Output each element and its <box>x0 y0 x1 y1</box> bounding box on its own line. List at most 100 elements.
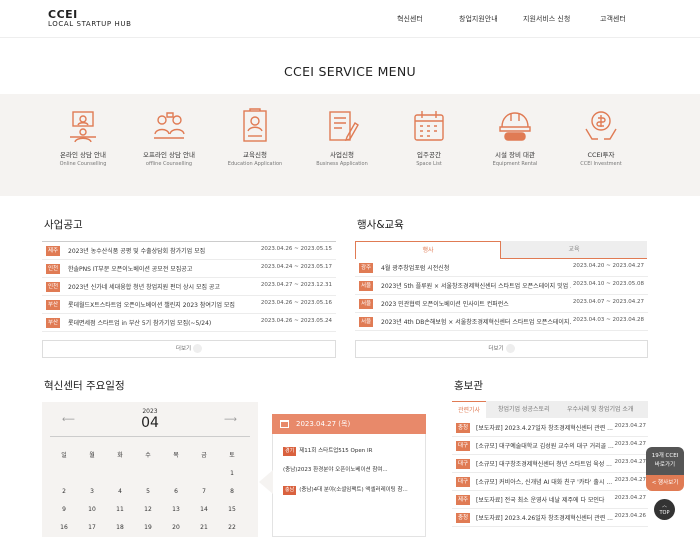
calendar-day[interactable]: 1 <box>222 470 242 477</box>
calendar-day[interactable]: 10 <box>82 506 102 513</box>
service-label: 사업신청 <box>330 151 354 159</box>
list-item[interactable]: 서울 2023년 5th 플루원 × 서울창조경제혁신센터 스타트업 오픈스테이지… <box>355 277 648 295</box>
region-tag: 충청 <box>456 423 471 433</box>
nav-startup-support[interactable]: 창업지원안내 <box>459 14 498 24</box>
region-tag: 제주 <box>456 495 471 505</box>
schedule-item[interactable]: (충남)2023 환경분야 오픈이노베이션 참여... <box>283 465 423 481</box>
calendar-day[interactable]: 14 <box>194 506 214 513</box>
item-date: 2023.04.27 <box>614 459 647 465</box>
list-item[interactable]: 부산 롯데면세점 스타트업 in 부산 5기 참가기업 모집(~5/24) 2023… <box>42 314 336 332</box>
calendar-day[interactable]: 15 <box>222 506 242 513</box>
notices-more-button[interactable]: 더보기 <box>42 340 336 358</box>
calendar-title: 혁신센터 주요일정 <box>44 380 125 392</box>
next-month-arrow-icon[interactable]: ⟶ <box>224 415 237 425</box>
item-title: 2023년 5th 플루원 × 서울창조경제혁신센터 스타트업 오픈스테이지 밋… <box>381 283 571 290</box>
calendar-day[interactable]: 17 <box>82 524 102 531</box>
list-item[interactable]: 인천 한솔PNS IT부문 오픈이노베이션 공모전 모집공고 2023.04.24 … <box>42 260 336 278</box>
list-item[interactable]: 부산 롯데월드X트스타트업 오픈이노베이션 챌린지 2023 참여기업 모집 202… <box>42 296 336 314</box>
calendar-day[interactable]: 8 <box>222 488 242 495</box>
page: { "header": { "logo_line1": "CCEI", "log… <box>0 0 700 537</box>
tab-articles[interactable]: 관련기사 <box>452 401 487 418</box>
event-view-button[interactable]: < 행사보기 <box>646 475 684 491</box>
weekday-label: 수 <box>145 452 151 459</box>
ccei-shortcut-button[interactable]: 19개 CCEI 바로가기 <box>646 447 684 475</box>
item-date: 2023.04.27 <box>614 441 647 447</box>
service-label: 시설 장비 대관 <box>494 151 535 159</box>
plus-icon <box>505 344 515 353</box>
weekday-label: 토 <box>229 452 235 459</box>
nav-service-apply[interactable]: 지원서비스 신청 <box>523 14 570 24</box>
list-item[interactable]: 대구 [소규모] 커비아스, 신개념 AI 대화 친구 '카타' 출시 ... 20… <box>452 473 648 491</box>
list-item[interactable]: 서울 2023년 4th DB손해보험 × 서울창조경제혁신센터 스타트업 오픈스… <box>355 313 648 331</box>
calendar-year: 2023 <box>142 408 158 415</box>
calendar-icon <box>414 111 444 141</box>
list-item[interactable]: 충청 [보도자료] 2023.4.27일자 창조경제혁신센터 관련 ... 2023… <box>452 419 648 437</box>
calendar-day[interactable]: 3 <box>82 488 102 495</box>
online-counselling-icon <box>70 111 96 143</box>
region-tag: 서울 <box>359 317 374 327</box>
region-tag: 서울 <box>359 299 374 309</box>
service-sublabel: Business Application <box>316 161 368 167</box>
service-offline-counselling[interactable]: 오프라인 상담 안내 offline Counselling <box>126 107 212 167</box>
list-item[interactable]: 인천 2023년 신가네 세대융합 청년 창업지원 펀더 상시 모집 공고 2023… <box>42 278 336 296</box>
schedule-item[interactable]: 충남 (충남)4대 분야(소셜임팩트) 액셀러레이팅 참... <box>283 485 423 501</box>
service-label: 온라인 상담 안내 <box>60 151 106 159</box>
schedule-item[interactable]: 경기 제11회 스타트업515 Open IR <box>283 446 423 462</box>
list-item[interactable]: 충청 [보도자료] 2023.4.26일자 창조경제혁신센터 관련 ... 2023… <box>452 509 648 527</box>
calendar-day[interactable]: 22 <box>222 524 242 531</box>
prev-month-arrow-icon[interactable]: ⟵ <box>62 415 75 425</box>
tab-education[interactable]: 교육 <box>501 241 647 259</box>
weekday-label: 월 <box>89 452 95 459</box>
service-investment[interactable]: CCEI투자 CCEI Investment <box>558 107 644 167</box>
service-education[interactable]: 교육신청 Education Application <box>212 107 298 167</box>
calendar-day[interactable]: 2 <box>54 488 74 495</box>
service-equipment[interactable]: 시설 장비 대관 Equipment Rental <box>472 107 558 167</box>
list-item[interactable]: 대구 [소규모] 대구예술대학교 김성원 교수의 대구 거리골 ... 2023.0… <box>452 437 648 455</box>
list-item[interactable]: 제주 2023년 농수산식품 공평 및 수출상담회 참가기업 모집 2023.04.… <box>42 242 336 260</box>
logo[interactable]: CCEI LOCAL STARTUP HUB <box>48 9 132 28</box>
tab-success-stories[interactable]: 창업기업 성공스토리 <box>498 401 550 418</box>
region-tag: 충청 <box>456 513 471 523</box>
pointer-arrow <box>259 470 273 494</box>
top-label: TOP <box>659 510 670 516</box>
calendar-day[interactable]: 11 <box>110 506 130 513</box>
service-online-counselling[interactable]: 온라인 상담 안내 Online Counselling <box>40 107 126 167</box>
calendar-day[interactable]: 5 <box>138 488 158 495</box>
calendar-day[interactable]: 21 <box>194 524 214 531</box>
list-item[interactable]: 제주 [보도자료] 전국 최소 운영사 네날 제주에 다 모인다 2023.04.2… <box>452 491 648 509</box>
weekday-label: 일 <box>61 452 67 459</box>
calendar-day[interactable]: 13 <box>166 506 186 513</box>
item-title: 4월 광주창업포럼 시전신청 <box>381 265 450 272</box>
item-title: [보도자료] 2023.4.26일자 창조경제혁신센터 관련 ... <box>476 515 613 522</box>
list-item[interactable]: 광주 4월 광주창업포럼 시전신청 2023.04.20 ~ 2023.04.27 <box>355 259 648 277</box>
calendar-day[interactable]: 16 <box>54 524 74 531</box>
list-item[interactable]: 대구 [소규모] 대구창조경제혁신센터 청년 스타트업 육성 ... 2023.04… <box>452 455 648 473</box>
item-title: 2023 민관협력 오픈이노베이션 인사이트 컨퍼런스 <box>381 301 509 308</box>
list-item[interactable]: 서울 2023 민관협력 오픈이노베이션 인사이트 컨퍼런스 2023.04.07 … <box>355 295 648 313</box>
nav-innovation-center[interactable]: 혁신센터 <box>397 14 423 24</box>
calendar-day[interactable]: 12 <box>138 506 158 513</box>
nav-customer-center[interactable]: 고객센터 <box>600 14 626 24</box>
item-title: [소규모] 대구창조경제혁신센터 청년 스타트업 육성 ... <box>476 461 612 468</box>
item-date: 2023.04.26 ~ 2023.05.15 <box>260 246 332 252</box>
calendar-day[interactable]: 7 <box>194 488 214 495</box>
calendar-day[interactable]: 4 <box>110 488 130 495</box>
calendar-day[interactable]: 18 <box>110 524 130 531</box>
item-title: [보도자료] 2023.4.27일자 창조경제혁신센터 관련 ... <box>476 425 613 432</box>
calendar-day[interactable]: 20 <box>166 524 186 531</box>
tab-events[interactable]: 행사 <box>355 241 501 259</box>
item-title: 롯데월드X트스타트업 오픈이노베이션 챌린지 2023 참여기업 모집 <box>68 302 235 309</box>
service-business[interactable]: 사업신청 Business Application <box>299 107 385 167</box>
events-more-button[interactable]: 더보기 <box>355 340 648 358</box>
calendar-day[interactable]: 19 <box>138 524 158 531</box>
pr-tabs: 관련기사 창업기업 성공스토리 우수사례 및 창업기업 소개 <box>452 401 648 418</box>
chevron-up-icon: ︿ <box>661 503 667 509</box>
helmet-icon <box>499 112 531 141</box>
calendar-day[interactable]: 9 <box>54 506 74 513</box>
scroll-top-button[interactable]: ︿ TOP <box>654 499 675 520</box>
calendar-day[interactable]: 6 <box>166 488 186 495</box>
service-space[interactable]: 입주공간 Space List <box>386 107 472 167</box>
tab-best-cases[interactable]: 우수사례 및 창업기업 소개 <box>567 401 633 418</box>
region-tag: 서울 <box>359 281 374 291</box>
service-label: 입주공간 <box>417 151 441 159</box>
